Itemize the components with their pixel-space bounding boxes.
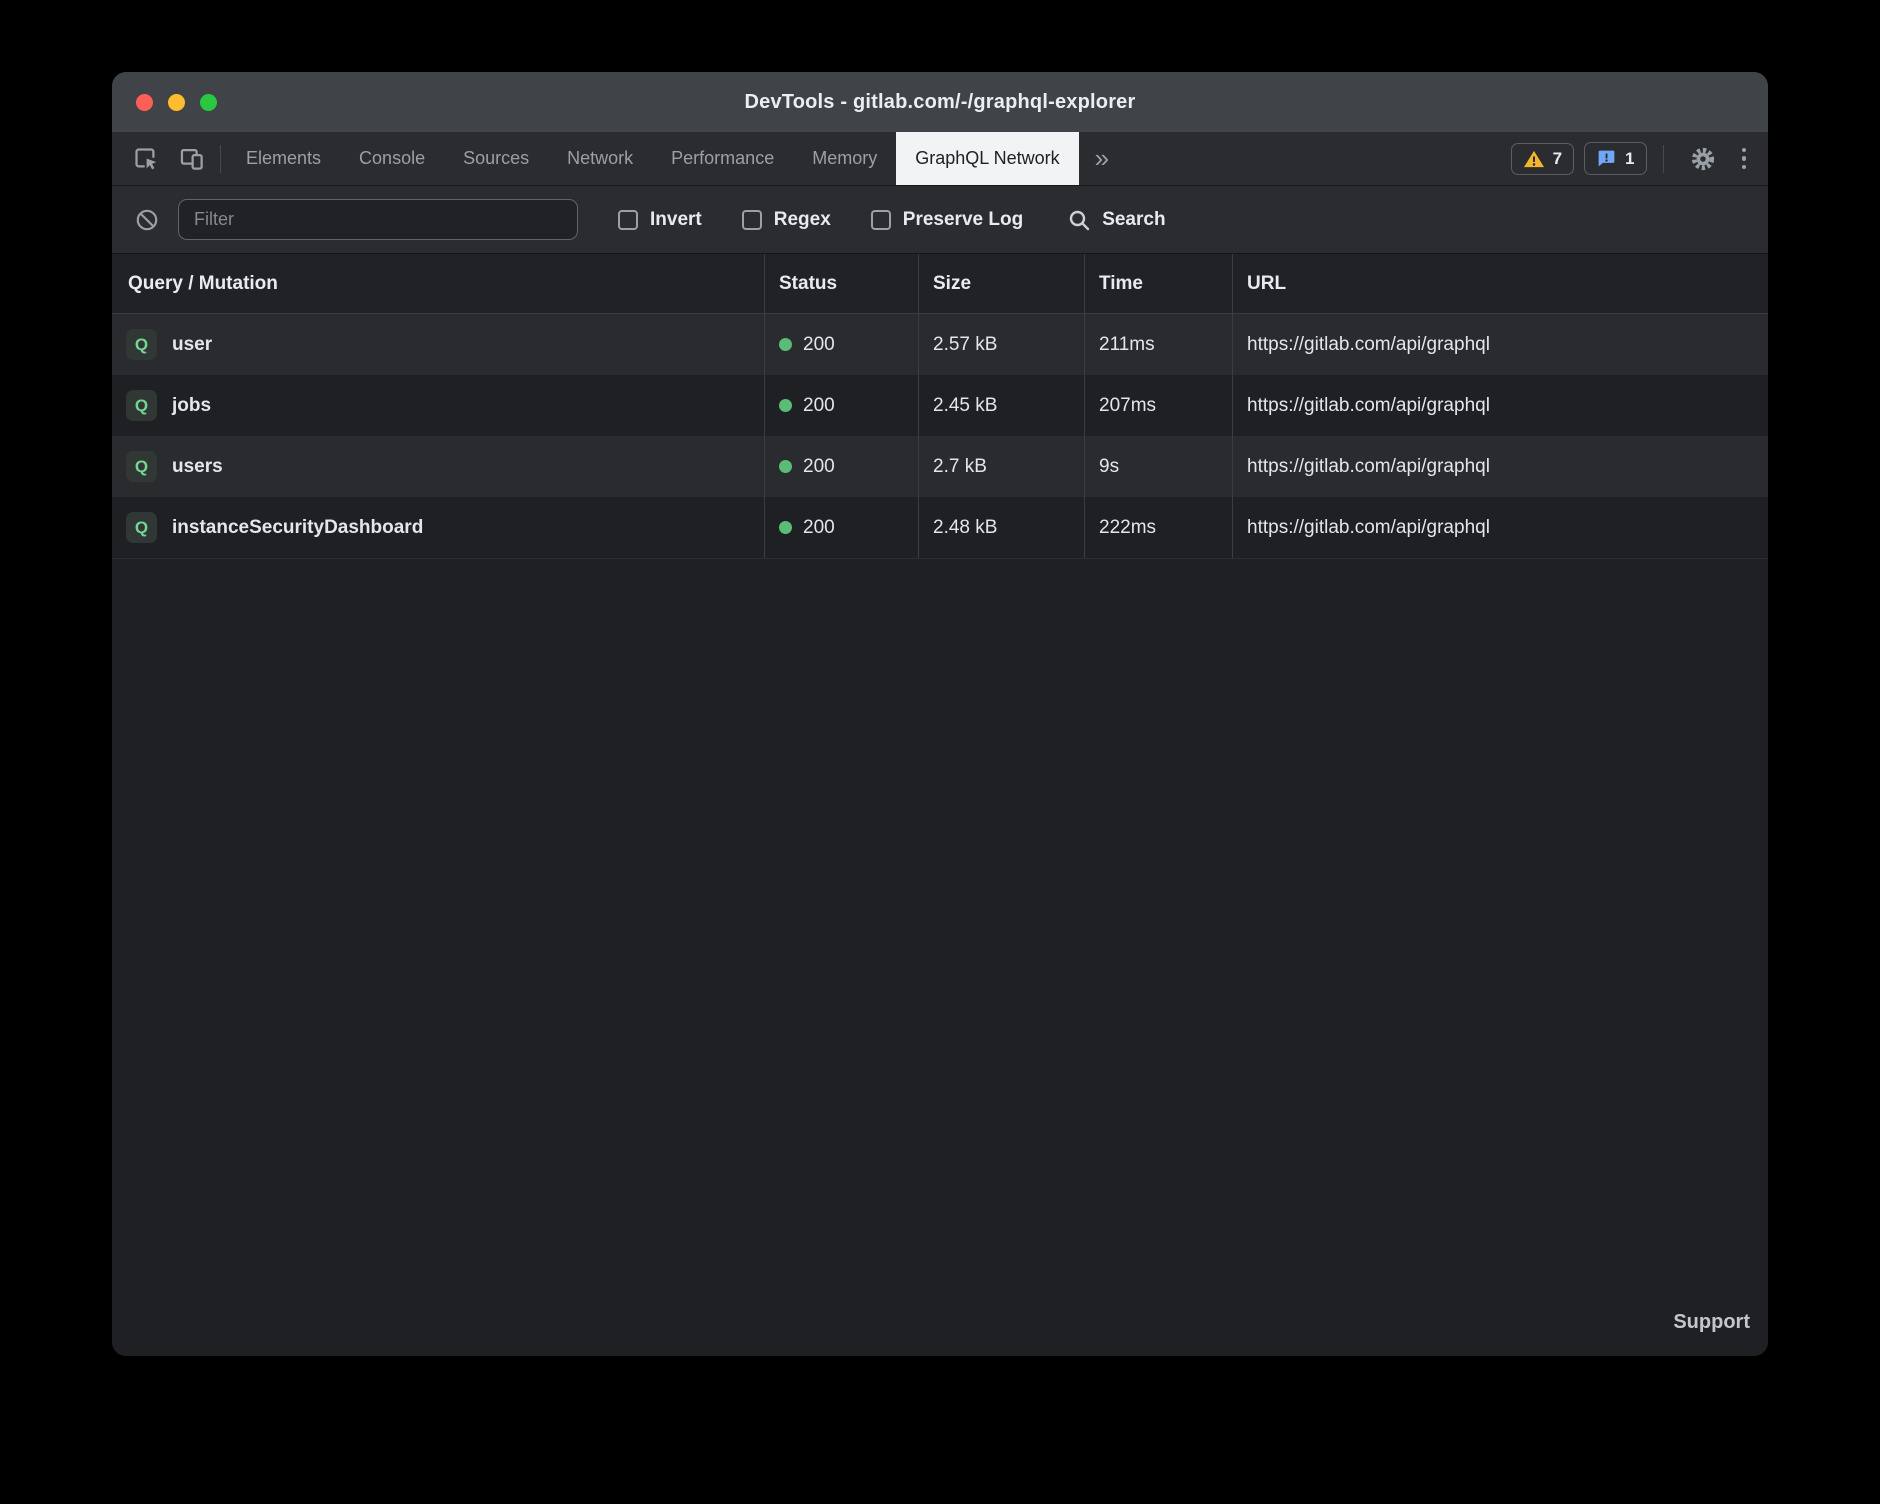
tabbar-right-controls: 7 1 — [1511, 132, 1768, 185]
status-ok-icon — [779, 460, 792, 473]
query-type-icon: Q — [126, 390, 157, 421]
invert-checkbox-group[interactable]: Invert — [618, 209, 702, 231]
close-window-button[interactable] — [136, 94, 153, 111]
warnings-count: 7 — [1553, 149, 1562, 169]
customize-devtools-button[interactable] — [1736, 142, 1753, 176]
tab-console[interactable]: Console — [340, 132, 444, 185]
issues-bubble-icon — [1596, 148, 1617, 169]
status-code: 200 — [803, 517, 835, 539]
filter-input[interactable] — [178, 199, 578, 240]
tabbar-divider — [220, 145, 221, 173]
response-time: 222ms — [1084, 497, 1232, 558]
inspect-cursor-icon — [132, 145, 159, 172]
tab-network[interactable]: Network — [548, 132, 652, 185]
search-icon — [1067, 208, 1091, 232]
response-time: 207ms — [1084, 375, 1232, 436]
request-url: https://gitlab.com/api/graphql — [1232, 314, 1768, 375]
warnings-badge[interactable]: 7 — [1511, 143, 1574, 175]
devtools-tabbar: Elements Console Sources Network Perform… — [112, 132, 1768, 186]
regex-checkbox-group[interactable]: Regex — [742, 209, 831, 231]
preserve-log-checkbox-group[interactable]: Preserve Log — [871, 209, 1023, 231]
status-ok-icon — [779, 521, 792, 534]
tab-performance[interactable]: Performance — [652, 132, 793, 185]
search-button[interactable]: Search — [1067, 208, 1165, 232]
inspect-element-button[interactable] — [122, 132, 168, 185]
query-type-icon: Q — [126, 451, 157, 482]
column-header-url: URL — [1232, 254, 1768, 313]
response-size: 2.57 kB — [918, 314, 1084, 375]
devtools-window: DevTools - gitlab.com/-/graphql-explorer… — [112, 72, 1768, 1356]
minimize-window-button[interactable] — [168, 94, 185, 111]
query-type-icon: Q — [126, 512, 157, 543]
window-title: DevTools - gitlab.com/-/graphql-explorer — [112, 91, 1768, 114]
response-time: 9s — [1084, 436, 1232, 497]
tabbar-right-divider — [1663, 145, 1664, 173]
table-row[interactable]: Q instanceSecurityDashboard 200 2.48 kB … — [112, 497, 1768, 558]
table-row[interactable]: Q user 200 2.57 kB 211ms https://gitlab.… — [112, 314, 1768, 375]
column-header-size: Size — [918, 254, 1084, 313]
tab-memory[interactable]: Memory — [793, 132, 896, 185]
status-ok-icon — [779, 338, 792, 351]
table-row[interactable]: Q users 200 2.7 kB 9s https://gitlab.com… — [112, 436, 1768, 497]
request-url: https://gitlab.com/api/graphql — [1232, 497, 1768, 558]
warning-triangle-icon — [1523, 149, 1545, 169]
query-type-icon: Q — [126, 329, 157, 360]
regex-checkbox[interactable] — [742, 210, 762, 230]
empty-panel-area — [112, 559, 1768, 1356]
settings-button[interactable] — [1680, 145, 1726, 173]
response-size: 2.48 kB — [918, 497, 1084, 558]
status-code: 200 — [803, 456, 835, 478]
query-name: instanceSecurityDashboard — [172, 517, 423, 539]
device-toolbar-icon — [178, 145, 205, 172]
zoom-window-button[interactable] — [200, 94, 217, 111]
response-time: 211ms — [1084, 314, 1232, 375]
invert-label: Invert — [650, 209, 702, 231]
gear-icon — [1689, 145, 1717, 173]
query-name: user — [172, 334, 212, 356]
search-label: Search — [1102, 209, 1165, 231]
traffic-lights — [136, 94, 217, 111]
query-name: users — [172, 456, 223, 478]
clear-log-icon[interactable] — [134, 207, 160, 233]
regex-label: Regex — [774, 209, 831, 231]
issues-count: 1 — [1625, 149, 1634, 169]
status-code: 200 — [803, 334, 835, 356]
status-code: 200 — [803, 395, 835, 417]
issues-badge[interactable]: 1 — [1584, 142, 1646, 175]
preserve-log-label: Preserve Log — [903, 209, 1023, 231]
column-header-time: Time — [1084, 254, 1232, 313]
more-tabs-button[interactable]: » — [1079, 132, 1125, 185]
tab-sources[interactable]: Sources — [444, 132, 548, 185]
titlebar: DevTools - gitlab.com/-/graphql-explorer — [112, 72, 1768, 132]
support-link[interactable]: Support — [1673, 1311, 1750, 1334]
request-url: https://gitlab.com/api/graphql — [1232, 436, 1768, 497]
request-url: https://gitlab.com/api/graphql — [1232, 375, 1768, 436]
column-header-status: Status — [764, 254, 918, 313]
response-size: 2.45 kB — [918, 375, 1084, 436]
invert-checkbox[interactable] — [618, 210, 638, 230]
table-header: Query / Mutation Status Size Time URL — [112, 254, 1768, 314]
tab-elements[interactable]: Elements — [227, 132, 340, 185]
filter-toolbar: Invert Regex Preserve Log Search — [112, 186, 1768, 254]
preserve-log-checkbox[interactable] — [871, 210, 891, 230]
device-toolbar-button[interactable] — [168, 132, 214, 185]
request-list: Q user 200 2.57 kB 211ms https://gitlab.… — [112, 314, 1768, 559]
tab-graphql-network[interactable]: GraphQL Network — [896, 132, 1078, 185]
query-name: jobs — [172, 395, 211, 417]
table-row[interactable]: Q jobs 200 2.45 kB 207ms https://gitlab.… — [112, 375, 1768, 436]
status-ok-icon — [779, 399, 792, 412]
column-header-query-mutation: Query / Mutation — [112, 254, 764, 313]
response-size: 2.7 kB — [918, 436, 1084, 497]
